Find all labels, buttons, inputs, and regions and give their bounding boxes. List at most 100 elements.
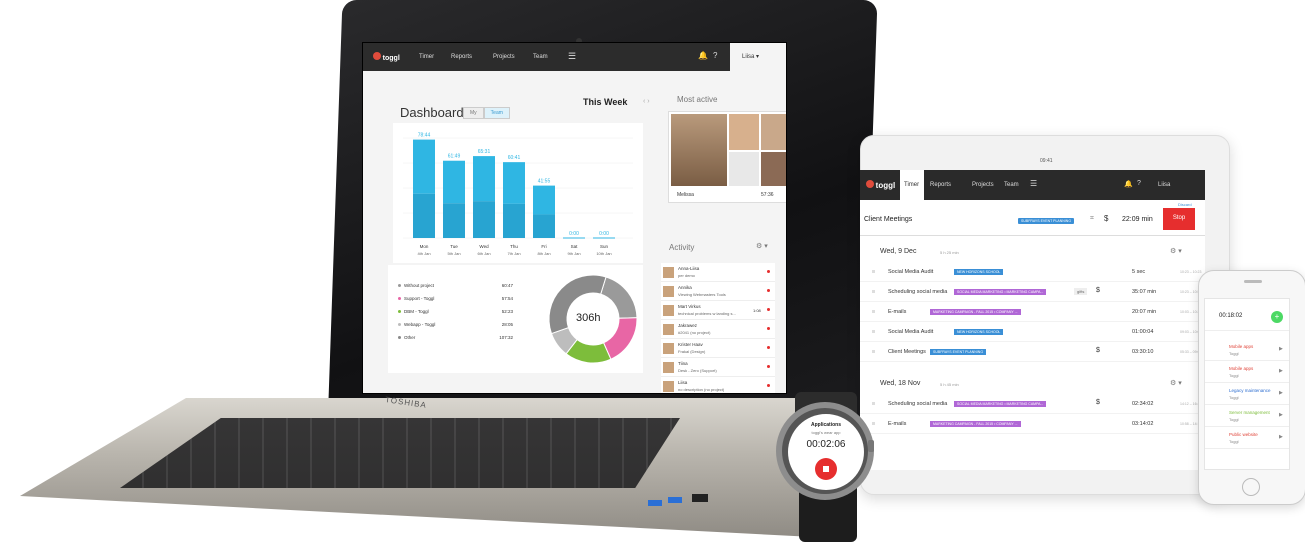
billable-icon[interactable]: $ [1096,287,1100,294]
entry-project-tag[interactable]: SUBFRAYS EVENT PLANNING [930,349,987,355]
time-entry-row[interactable]: Client Meetings SUBFRAYS EVENT PLANNING $0… [860,342,1205,362]
play-icon[interactable]: ▶ [1279,390,1283,396]
billable-icon[interactable]: $ [1096,347,1100,354]
entry-checkbox[interactable] [872,270,875,273]
entry-checkbox[interactable] [872,402,875,405]
help-icon[interactable]: ? [1137,180,1141,187]
phone-screen: 00:18:02 + Mobile apps Toggl ▶ Mobile apps T… [1204,298,1290,470]
activity-row[interactable]: Liisa no description (no project) [661,377,775,393]
time-entry-row[interactable]: Scheduling social media SOCIAL MEDIA MARK… [860,282,1205,302]
stop-button[interactable]: Stop [1163,208,1195,230]
nav-timer[interactable]: Timer [419,54,434,60]
toggle-team[interactable]: Team [483,107,510,119]
tablet-nav-projects[interactable]: Projects [972,182,994,188]
entry-checkbox[interactable] [872,422,875,425]
settings-icon[interactable]: ⚙ ▾ [1170,379,1182,387]
activity-row[interactable]: Annika Viewing Webmasters Tools [661,282,775,301]
period-nav-icon[interactable]: ‹ › [643,98,650,105]
tablet-nav-timer[interactable]: Timer [900,170,924,200]
activity-row[interactable]: Mart Virkus technical problems w landing … [661,301,775,320]
tablet-nav-reports[interactable]: Reports [930,182,951,188]
activity-row[interactable]: Krister Haav Frakal (Design) [661,339,775,358]
legend-row: Other 107:32 [398,335,513,348]
bar-value-label: 61:49 [448,154,461,160]
phone-entry[interactable]: Mobile apps Toggl ▶ [1205,361,1289,383]
bell-icon[interactable]: 🔔 [698,51,708,60]
toggl-logo-icon [866,180,874,188]
entry-desc: Scheduling social media [888,401,948,407]
activity-row[interactable]: Anna-Liisa per demo [661,263,775,282]
nav-team[interactable]: Team [533,54,548,60]
toggl-logo[interactable]: toggl [373,52,400,62]
recording-icon [767,308,770,311]
donut-legend: Without project 60:47 Support - Toggl 57:54… [398,283,513,348]
activity-desc: Frakal (Design) [678,349,706,354]
entry-project-tag[interactable]: SOCIAL MEDIA MARKETING • MARKETING CAMPA… [954,289,1047,295]
recording-icon [767,327,770,330]
play-icon[interactable]: ▶ [1279,368,1283,374]
tablet-status-time: 09:41 [1040,158,1053,164]
play-icon[interactable]: ▶ [1279,412,1283,418]
phone-entry[interactable]: Legacy maintenance Toggl ▶ [1205,383,1289,405]
activity-desc: Viewing Webmasters Tools [678,292,726,297]
entry-project-tag[interactable]: MARKETING CAMPAIGN - FALL 2015 • COMPANY… [930,421,1021,427]
entry-checkbox[interactable] [872,350,875,353]
phone-home-button[interactable] [1242,478,1260,496]
time-entry-row[interactable]: Scheduling social media SOCIAL MEDIA MARK… [860,394,1205,414]
entry-time-range: 10:23 – 10:23 [1180,270,1202,274]
time-entry-row[interactable]: E-mails MARKETING CAMPAIGN - FALL 2015 • … [860,302,1205,322]
help-icon[interactable]: ? [713,51,717,60]
billable-icon[interactable]: $ [1104,214,1108,223]
phone-entry-project: Toggl [1229,351,1239,356]
activity-name: Mart Virkus [678,304,701,309]
legend-row: Webapp - Toggl 28:05 [398,322,513,335]
nav-reports[interactable]: Reports [451,54,472,60]
billable-icon[interactable]: $ [1096,399,1100,406]
play-icon[interactable]: ▶ [1279,434,1283,440]
tablet-user[interactable]: Liisa [1158,182,1170,188]
activity-row[interactable]: Jakrawez #2041 (no project) [661,320,775,339]
entry-checkbox[interactable] [872,310,875,313]
usb-port [648,500,662,506]
phone-entry[interactable]: Public website Toggl ▶ [1205,427,1289,449]
bar-day-label: Fri [541,244,546,249]
menu-icon[interactable]: ☰ [1030,179,1037,188]
time-entry-row[interactable]: Social Media Audit NEW HORIZONS SCHOOL 01:… [860,322,1205,342]
entry-checkbox[interactable] [872,330,875,333]
avatar [663,305,674,316]
bell-icon[interactable]: 🔔 [1124,180,1133,188]
user-menu[interactable]: Liisa ▾ [730,43,786,71]
nav-projects[interactable]: Projects [493,54,515,60]
time-entry-row[interactable]: Social Media Audit NEW HORIZONS SCHOOL 5 s… [860,262,1205,282]
watch-stop-button[interactable] [815,458,837,480]
entry-project-tag[interactable]: NEW HORIZONS SCHOOL [954,329,1004,335]
gear-icon[interactable]: ⚙ ▾ [756,242,768,250]
time-entry-row[interactable]: E-mails MARKETING CAMPAIGN - FALL 2015 • … [860,414,1205,434]
play-icon[interactable]: ▶ [1279,346,1283,352]
phone-start-button[interactable]: + [1271,311,1283,323]
stop-icon [823,466,829,472]
entry-checkbox[interactable] [872,290,875,293]
bar [503,162,525,204]
menu-icon[interactable]: ☰ [568,51,576,62]
entry-tag-chip[interactable]: gifts [1074,288,1088,295]
toggle-my[interactable]: My [463,107,484,119]
donut-slice [600,276,638,319]
running-desc[interactable]: Client Meetings [864,216,912,223]
watch-crown[interactable] [868,440,874,452]
tablet-logo[interactable]: toggl [866,180,895,190]
phone-entry[interactable]: Server management Toggl ▶ [1205,405,1289,427]
phone-entry[interactable]: Mobile apps Toggl ▶ [1205,339,1289,361]
bar-value-label: 41:55 [538,179,551,185]
tag-icon[interactable]: ⌗ [1090,215,1094,223]
user-photo-3 [761,114,786,150]
settings-icon[interactable]: ⚙ ▾ [1170,247,1182,255]
tablet-nav-team[interactable]: Team [1004,182,1019,188]
running-project[interactable]: SUBFRAYS EVENT PLANNING [1018,218,1075,224]
entry-project-tag[interactable]: MARKETING CAMPAIGN - FALL 2015 • COMPANY… [930,309,1021,315]
entry-project-tag[interactable]: NEW HORIZONS SCHOOL [954,269,1004,275]
discard-link[interactable]: Discard [1178,202,1192,207]
entry-project-tag[interactable]: SOCIAL MEDIA MARKETING • MARKETING CAMPA… [954,401,1047,407]
activity-row[interactable]: Tiina Desk - Zero (Support) [661,358,775,377]
bar-day-label: Sun [600,244,609,249]
